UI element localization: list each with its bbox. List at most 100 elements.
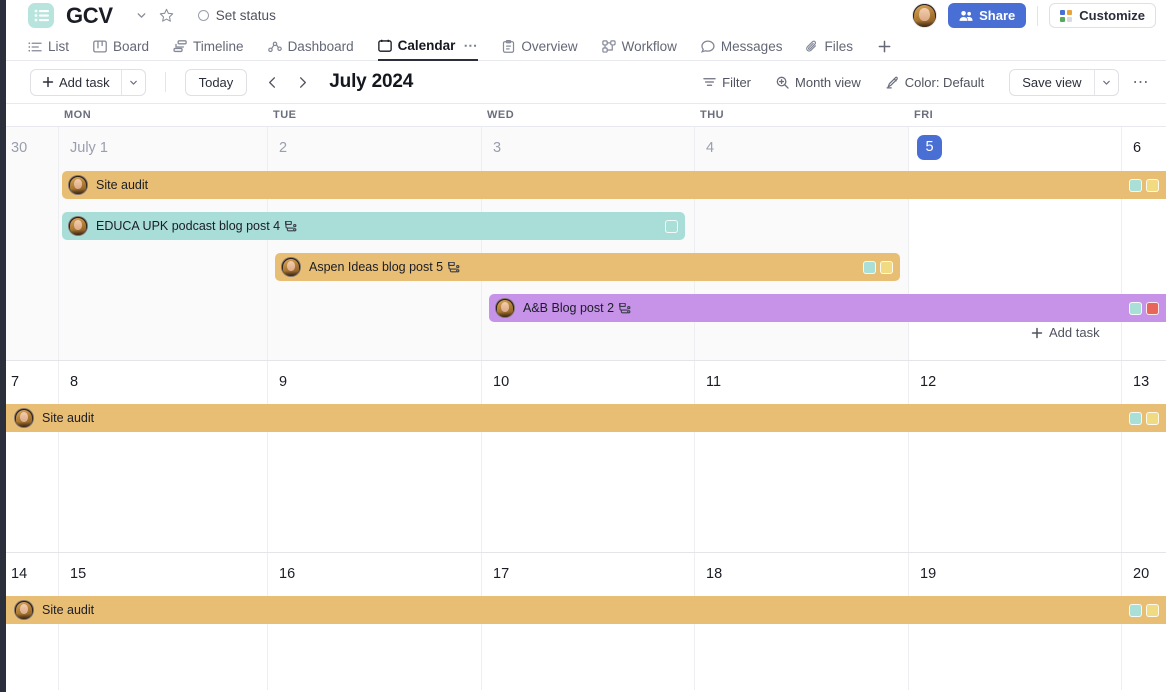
add-task-caret-button[interactable] <box>120 69 145 95</box>
next-month-button[interactable] <box>289 69 315 95</box>
task-badges <box>1121 411 1159 425</box>
day-number: 15 <box>70 566 87 582</box>
star-icon[interactable] <box>159 8 174 23</box>
tab-board[interactable]: Board <box>93 39 149 60</box>
status-badge <box>1146 301 1159 315</box>
tab-workflow-label: Workflow <box>621 39 677 54</box>
task-title: Site audit <box>42 603 95 617</box>
tab-messages[interactable]: Messages <box>700 39 783 60</box>
day-cell[interactable]: 11 <box>694 361 908 552</box>
add-view-button[interactable] <box>877 39 892 60</box>
day-cell[interactable]: 4 <box>694 127 908 360</box>
day-number: 13 <box>1133 374 1150 390</box>
weekday-header-row: MON TUE WED THU FRI <box>0 104 1166 127</box>
day-cell[interactable]: 9 <box>267 361 481 552</box>
tab-overview[interactable]: Overview <box>502 39 578 60</box>
color-button[interactable]: Color: Default <box>886 75 984 90</box>
toolbar-more-button[interactable]: ⋯ <box>1133 72 1153 92</box>
calendar-app: GCV Set status Share Customize List Boar… <box>0 0 1166 692</box>
list-logo-icon[interactable] <box>28 3 54 28</box>
set-status-button[interactable]: Set status <box>197 8 276 23</box>
status-badge <box>1129 411 1142 425</box>
top-header: GCV Set status Share Customize <box>0 0 1166 31</box>
day-cell[interactable]: 2 <box>267 127 481 360</box>
add-task-inline-button[interactable]: Add task <box>1031 325 1100 340</box>
day-cell[interactable]: 7 <box>0 361 58 552</box>
day-number: July 1 <box>70 140 108 156</box>
task-bar[interactable]: A&B Blog post 2 <box>489 294 1166 322</box>
day-number: 9 <box>279 374 288 390</box>
toolbar-right-actions: Filter Month view Color: Default Save vi… <box>703 68 1153 96</box>
day-cell[interactable]: July 1 <box>58 127 267 360</box>
add-task-label: Add task <box>59 74 110 90</box>
month-title: July 2024 <box>329 71 414 92</box>
calendar-icon <box>377 39 392 52</box>
task-badges <box>657 219 678 233</box>
subtask-icon <box>448 261 460 273</box>
tab-dashboard[interactable]: Dashboard <box>267 39 354 60</box>
save-view-caret-button[interactable] <box>1093 69 1118 95</box>
day-cell[interactable]: 12 <box>908 361 1121 552</box>
day-cell[interactable]: 6 <box>1121 127 1166 360</box>
task-bar[interactable]: Site audit <box>6 404 1166 432</box>
space-title: GCV <box>66 2 113 28</box>
day-number: 20 <box>1133 566 1150 582</box>
filter-label: Filter <box>722 74 752 90</box>
workflow-icon <box>601 40 616 53</box>
tab-calendar-more-icon[interactable]: ⋯ <box>463 37 478 54</box>
share-label: Share <box>979 8 1016 23</box>
task-bar[interactable]: EDUCA UPK podcast blog post 4 <box>62 212 685 240</box>
filter-icon <box>703 76 716 88</box>
week-row-2: 7 8 9 10 11 12 13 Site audit <box>0 361 1166 553</box>
tab-files[interactable]: Files <box>806 39 853 60</box>
tab-overview-label: Overview <box>521 39 578 54</box>
day-number-today: 5 <box>917 135 942 160</box>
status-badge <box>1146 603 1159 617</box>
month-view-button[interactable]: Month view <box>776 75 861 90</box>
tab-messages-label: Messages <box>720 39 783 54</box>
day-number: 8 <box>70 374 79 390</box>
toolbar-divider <box>164 72 166 92</box>
tab-board-label: Board <box>113 39 150 54</box>
tab-list[interactable]: List <box>28 39 69 60</box>
today-button[interactable]: Today <box>184 68 248 96</box>
paint-icon <box>886 76 899 89</box>
task-title: Aspen Ideas blog post 5 <box>309 260 444 274</box>
customize-button[interactable]: Customize <box>1049 3 1156 28</box>
avatar <box>281 257 301 277</box>
list-icon <box>28 41 42 53</box>
day-number: 11 <box>706 374 722 390</box>
task-bar[interactable]: Site audit <box>62 171 1166 199</box>
share-button[interactable]: Share <box>948 3 1027 28</box>
left-rail-edge <box>0 0 6 692</box>
prev-month-button[interactable] <box>259 69 285 95</box>
day-cell[interactable]: 30 <box>0 127 58 360</box>
add-task-button[interactable]: Add task <box>31 70 121 95</box>
day-cell[interactable]: 8 <box>58 361 267 552</box>
avatar <box>68 216 88 236</box>
timeline-icon <box>173 40 187 53</box>
plus-icon <box>42 76 54 88</box>
header-actions: Share Customize <box>912 3 1156 28</box>
tab-dashboard-label: Dashboard <box>287 39 354 54</box>
color-label: Color: Default <box>904 74 985 90</box>
tab-timeline[interactable]: Timeline <box>173 39 244 60</box>
status-badge <box>863 260 876 274</box>
task-badges <box>1121 603 1159 617</box>
messages-icon <box>700 40 715 53</box>
avatar <box>495 298 515 318</box>
header-divider <box>1037 5 1039 26</box>
day-cell[interactable]: 13 <box>1121 361 1166 552</box>
tab-list-label: List <box>48 39 70 54</box>
filter-button[interactable]: Filter <box>703 75 751 90</box>
task-bar[interactable]: Site audit <box>6 596 1166 624</box>
tab-calendar[interactable]: Calendar ⋯ <box>377 37 479 61</box>
save-view-button[interactable]: Save view <box>1010 70 1093 95</box>
day-cell[interactable]: 3 <box>481 127 694 360</box>
chevron-down-icon[interactable] <box>135 9 148 22</box>
task-bar[interactable]: Aspen Ideas blog post 5 <box>275 253 900 281</box>
task-badges <box>1121 301 1159 315</box>
tab-workflow[interactable]: Workflow <box>601 39 677 60</box>
day-cell[interactable]: 10 <box>481 361 694 552</box>
avatar[interactable] <box>912 3 938 28</box>
